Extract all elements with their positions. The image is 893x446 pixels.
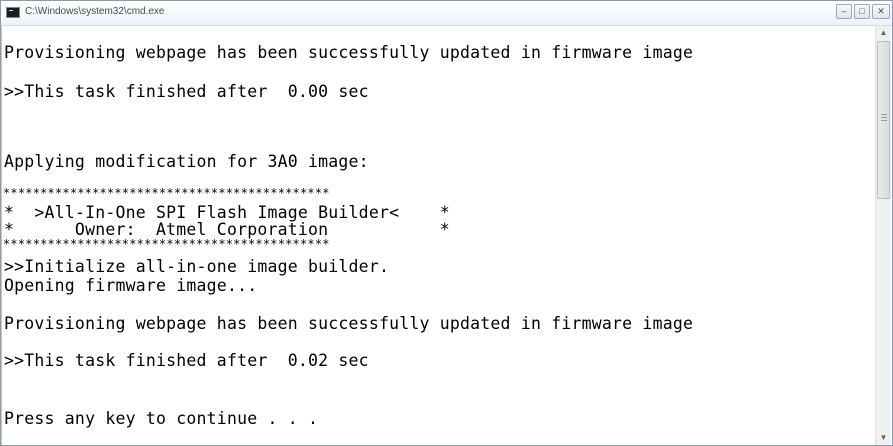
console-line: Press any key to continue . . . [4, 409, 319, 428]
close-button[interactable]: ✕ [872, 4, 890, 19]
cmd-app-icon[interactable] [6, 7, 20, 18]
maximize-icon: □ [859, 6, 865, 16]
scroll-up-icon[interactable]: ▲ [876, 26, 891, 40]
console-line: Provisioning webpage has been successful… [4, 43, 694, 62]
console-left-rule [1, 26, 2, 445]
cmd-window: C:\Windows\system32\cmd.exe – □ ✕ Provis… [0, 0, 893, 446]
scroll-grip-icon [881, 114, 887, 115]
scroll-thumb[interactable] [877, 41, 890, 199]
console-line: Applying modification for 3A0 image: [4, 152, 369, 171]
console-line: >>This task finished after 0.02 sec [4, 351, 369, 370]
minimize-button[interactable]: – [836, 4, 852, 19]
console-line: Provisioning webpage has been successful… [4, 314, 694, 333]
console-line: Opening firmware image... [4, 276, 258, 295]
title-bar[interactable]: C:\Windows\system32\cmd.exe – □ ✕ [1, 1, 892, 26]
star-rule-top: ****************************************… [3, 186, 330, 200]
maximize-button[interactable]: □ [854, 4, 870, 19]
console-line: >>Initialize all-in-one image builder. [4, 257, 390, 276]
close-icon: ✕ [877, 6, 885, 16]
console-line: >>This task finished after 0.00 sec [4, 82, 369, 101]
star-rule-bottom: ****************************************… [3, 237, 330, 251]
vertical-scrollbar[interactable]: ▲ ▼ [875, 26, 891, 445]
window-title: C:\Windows\system32\cmd.exe [25, 6, 165, 17]
minimize-icon: – [841, 6, 847, 16]
caption-buttons: – □ ✕ [836, 4, 890, 19]
console-output[interactable]: Provisioning webpage has been successful… [1, 26, 876, 445]
scroll-down-icon[interactable]: ▼ [876, 431, 891, 445]
